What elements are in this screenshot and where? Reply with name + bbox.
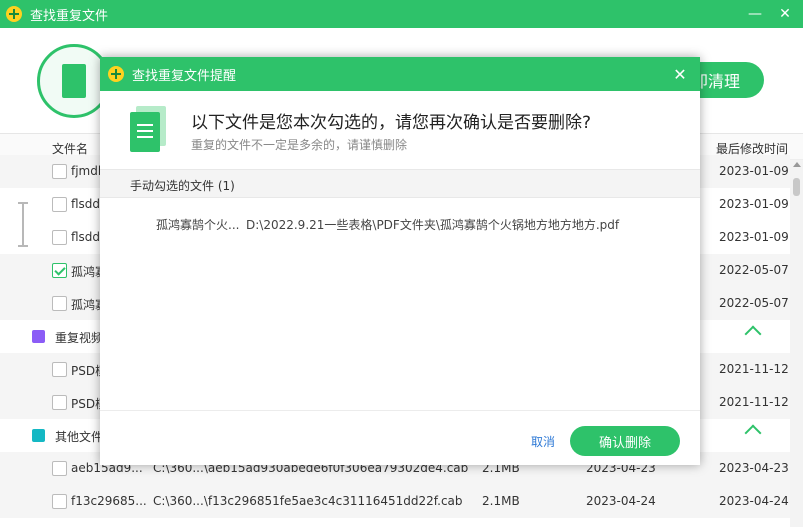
- row-filename: flsdd: [71, 197, 101, 211]
- row-checkbox[interactable]: [52, 296, 67, 311]
- row-checkbox[interactable]: [52, 362, 67, 377]
- cancel-button[interactable]: 取消: [531, 433, 555, 450]
- row-checkbox[interactable]: [52, 395, 67, 410]
- close-window-button[interactable]: ✕: [771, 0, 799, 28]
- confirm-delete-dialog: 查找重复文件提醒 ✕ 以下文件是您本次勾选的，请您再次确认是否要删除? 重复的文…: [100, 57, 700, 465]
- vertical-scrollbar[interactable]: [790, 160, 803, 527]
- dialog-title: 查找重复文件提醒: [132, 68, 237, 84]
- dialog-footer: 取消 确认删除: [100, 410, 700, 465]
- dialog-close-button[interactable]: ✕: [668, 62, 692, 86]
- row-date: 2023-01-09: [719, 197, 789, 211]
- document-icon: [130, 106, 166, 152]
- dialog-titlebar: 查找重复文件提醒 ✕: [100, 57, 700, 91]
- table-row[interactable]: f13c29685... C:\360...\f13c296851fe5ae3c…: [0, 485, 790, 518]
- row-date: 2023-01-09: [719, 230, 789, 244]
- app-logo-icon: [108, 66, 124, 82]
- row-date: 2022-05-07: [719, 296, 789, 310]
- group-label: 重复视频: [55, 331, 104, 345]
- row-path: C:\360...\f13c296851fe5ae3c4c31116451dd2…: [153, 494, 463, 508]
- confirm-delete-button[interactable]: 确认删除: [570, 426, 680, 456]
- row-date: 2021-11-12: [719, 362, 789, 376]
- window-titlebar: 查找重复文件 — ✕: [0, 0, 803, 28]
- selected-file-item: 孤鸿寡鹄个火... D:\2022.9.21一些表格\PDF文件夹\孤鸿寡鹄个火…: [100, 207, 700, 237]
- app-logo-icon: [6, 6, 22, 22]
- window-title: 查找重复文件: [30, 8, 109, 24]
- row-checkbox[interactable]: [52, 230, 67, 245]
- selected-files-section: 手动勾选的文件 (1): [100, 169, 700, 198]
- scroll-up-icon[interactable]: [793, 162, 801, 167]
- dialog-heading: 以下文件是您本次勾选的，请您再次确认是否要删除?: [191, 113, 592, 133]
- group-label: 其他文件: [55, 430, 104, 444]
- minimize-button[interactable]: —: [741, 0, 769, 28]
- row-date: 2021-11-12: [719, 395, 789, 409]
- chevron-up-icon[interactable]: [744, 325, 762, 343]
- row-checkbox[interactable]: [52, 197, 67, 212]
- selected-file-path: D:\2022.9.21一些表格\PDF文件夹\孤鸿寡鹄个火锅地方地方地方.pd…: [246, 218, 620, 232]
- row-filename: flsdd: [71, 230, 101, 244]
- row-checkbox[interactable]: [52, 461, 67, 476]
- chevron-up-icon[interactable]: [744, 424, 762, 442]
- row-filename: f13c29685...: [71, 494, 147, 508]
- row-checkbox-checked[interactable]: [52, 263, 67, 278]
- section-label: 手动勾选的文件 (1): [130, 179, 235, 193]
- row-checkbox[interactable]: [52, 494, 67, 509]
- row-created-date: 2023-04-24: [586, 494, 656, 508]
- row-checkbox[interactable]: [52, 164, 67, 179]
- row-date: 2023-04-24: [719, 494, 789, 508]
- row-date: 2022-05-07: [719, 263, 789, 277]
- row-size: 2.1MB: [482, 494, 520, 508]
- row-date: 2023-01-09: [719, 164, 789, 178]
- video-group-icon: [32, 330, 45, 343]
- other-files-group-icon: [32, 429, 45, 442]
- scroll-thumb[interactable]: [793, 178, 800, 196]
- selected-file-name: 孤鸿寡鹄个火...: [156, 218, 240, 232]
- dialog-subtext: 重复的文件不一定是多余的，请谨慎删除: [191, 138, 408, 152]
- row-date: 2023-04-23: [719, 461, 789, 475]
